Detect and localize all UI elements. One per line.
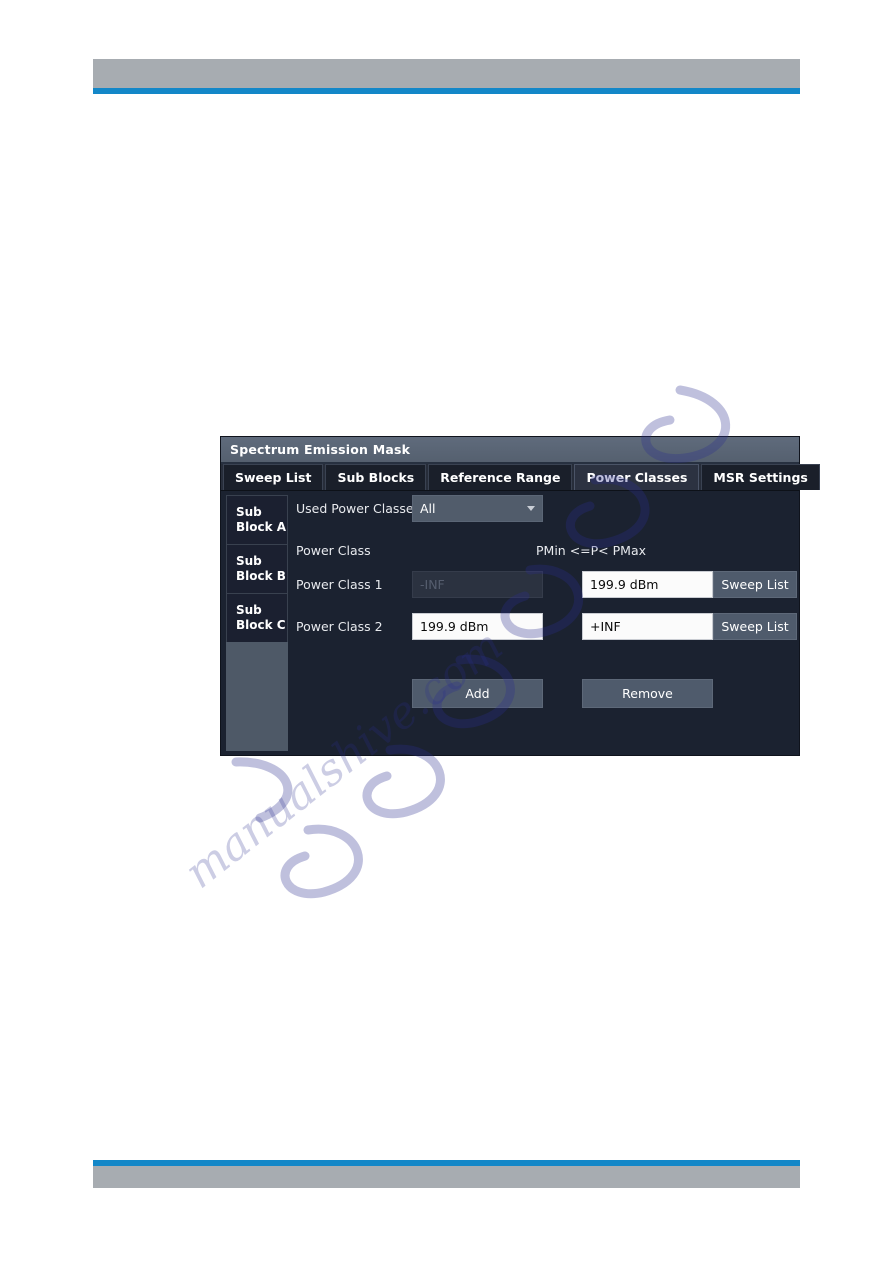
page-footer-band: [93, 1166, 800, 1188]
sidebar-filler: [226, 642, 288, 751]
dialog-body: Sub Block A Sub Block B Sub Block C Used…: [221, 491, 799, 755]
power-class-2-max-field[interactable]: +INF: [582, 613, 713, 640]
power-class-column-label: Power Class: [296, 543, 371, 558]
range-column-header: PMin <=P< PMax: [536, 543, 647, 558]
dialog-titlebar: Spectrum Emission Mask: [221, 437, 799, 464]
sub-block-sidebar: Sub Block A Sub Block B Sub Block C: [226, 495, 288, 751]
power-class-1-min-field[interactable]: -INF: [412, 571, 543, 598]
used-power-classes-label: Used Power Classes:: [296, 501, 425, 516]
chevron-down-icon: [527, 506, 535, 511]
power-class-2-min-field[interactable]: 199.9 dBm: [412, 613, 543, 640]
row-power-class-1: Power Class 1 -INF 199.9 dBm Sweep List: [288, 571, 797, 598]
sidebar-item-c-line2: Block C: [236, 618, 286, 632]
dialog-title: Spectrum Emission Mask: [230, 442, 411, 457]
sidebar-item-b-line2: Block B: [236, 569, 286, 583]
sidebar-item-c-line1: Sub: [236, 603, 262, 617]
tab-sweep-list[interactable]: Sweep List: [223, 464, 324, 490]
tab-reference-range[interactable]: Reference Range: [428, 464, 573, 490]
power-class-2-sweep-list-button[interactable]: Sweep List: [713, 613, 797, 640]
tab-msr-settings[interactable]: MSR Settings: [701, 464, 820, 490]
used-power-classes-value: All: [420, 501, 436, 516]
power-class-1-sweep-list-button[interactable]: Sweep List: [713, 571, 797, 598]
sidebar-item-sub-block-c[interactable]: Sub Block C: [226, 593, 288, 642]
sidebar-item-b-line1: Sub: [236, 554, 262, 568]
sidebar-item-a-line1: Sub: [236, 505, 262, 519]
power-class-1-max-field[interactable]: 199.9 dBm: [582, 571, 713, 598]
row-column-headers: Power Class PMin <=P< PMax: [288, 543, 795, 558]
page-header-band: [93, 59, 800, 88]
row-used-power-classes: Used Power Classes: All: [288, 495, 795, 522]
power-class-1-label: Power Class 1: [296, 577, 383, 592]
spectrum-emission-mask-dialog: Spectrum Emission Mask Sweep List Sub Bl…: [220, 436, 820, 756]
power-classes-form: Used Power Classes: All Power Class PMin…: [288, 495, 797, 751]
row-power-class-2: Power Class 2 199.9 dBm +INF Sweep List: [288, 613, 797, 640]
used-power-classes-dropdown[interactable]: All: [412, 495, 543, 522]
tab-power-classes[interactable]: Power Classes: [574, 464, 700, 490]
sidebar-item-sub-block-b[interactable]: Sub Block B: [226, 544, 288, 593]
dialog-tabstrip: Sweep List Sub Blocks Reference Range Po…: [221, 464, 820, 491]
power-class-2-label: Power Class 2: [296, 619, 383, 634]
add-button[interactable]: Add: [412, 678, 543, 708]
page-header-accent-rule: [93, 88, 800, 94]
sidebar-item-a-line2: Block A: [236, 520, 287, 534]
tab-sub-blocks[interactable]: Sub Blocks: [325, 464, 427, 490]
sidebar-item-sub-block-a[interactable]: Sub Block A: [226, 495, 288, 544]
remove-button[interactable]: Remove: [582, 678, 713, 708]
